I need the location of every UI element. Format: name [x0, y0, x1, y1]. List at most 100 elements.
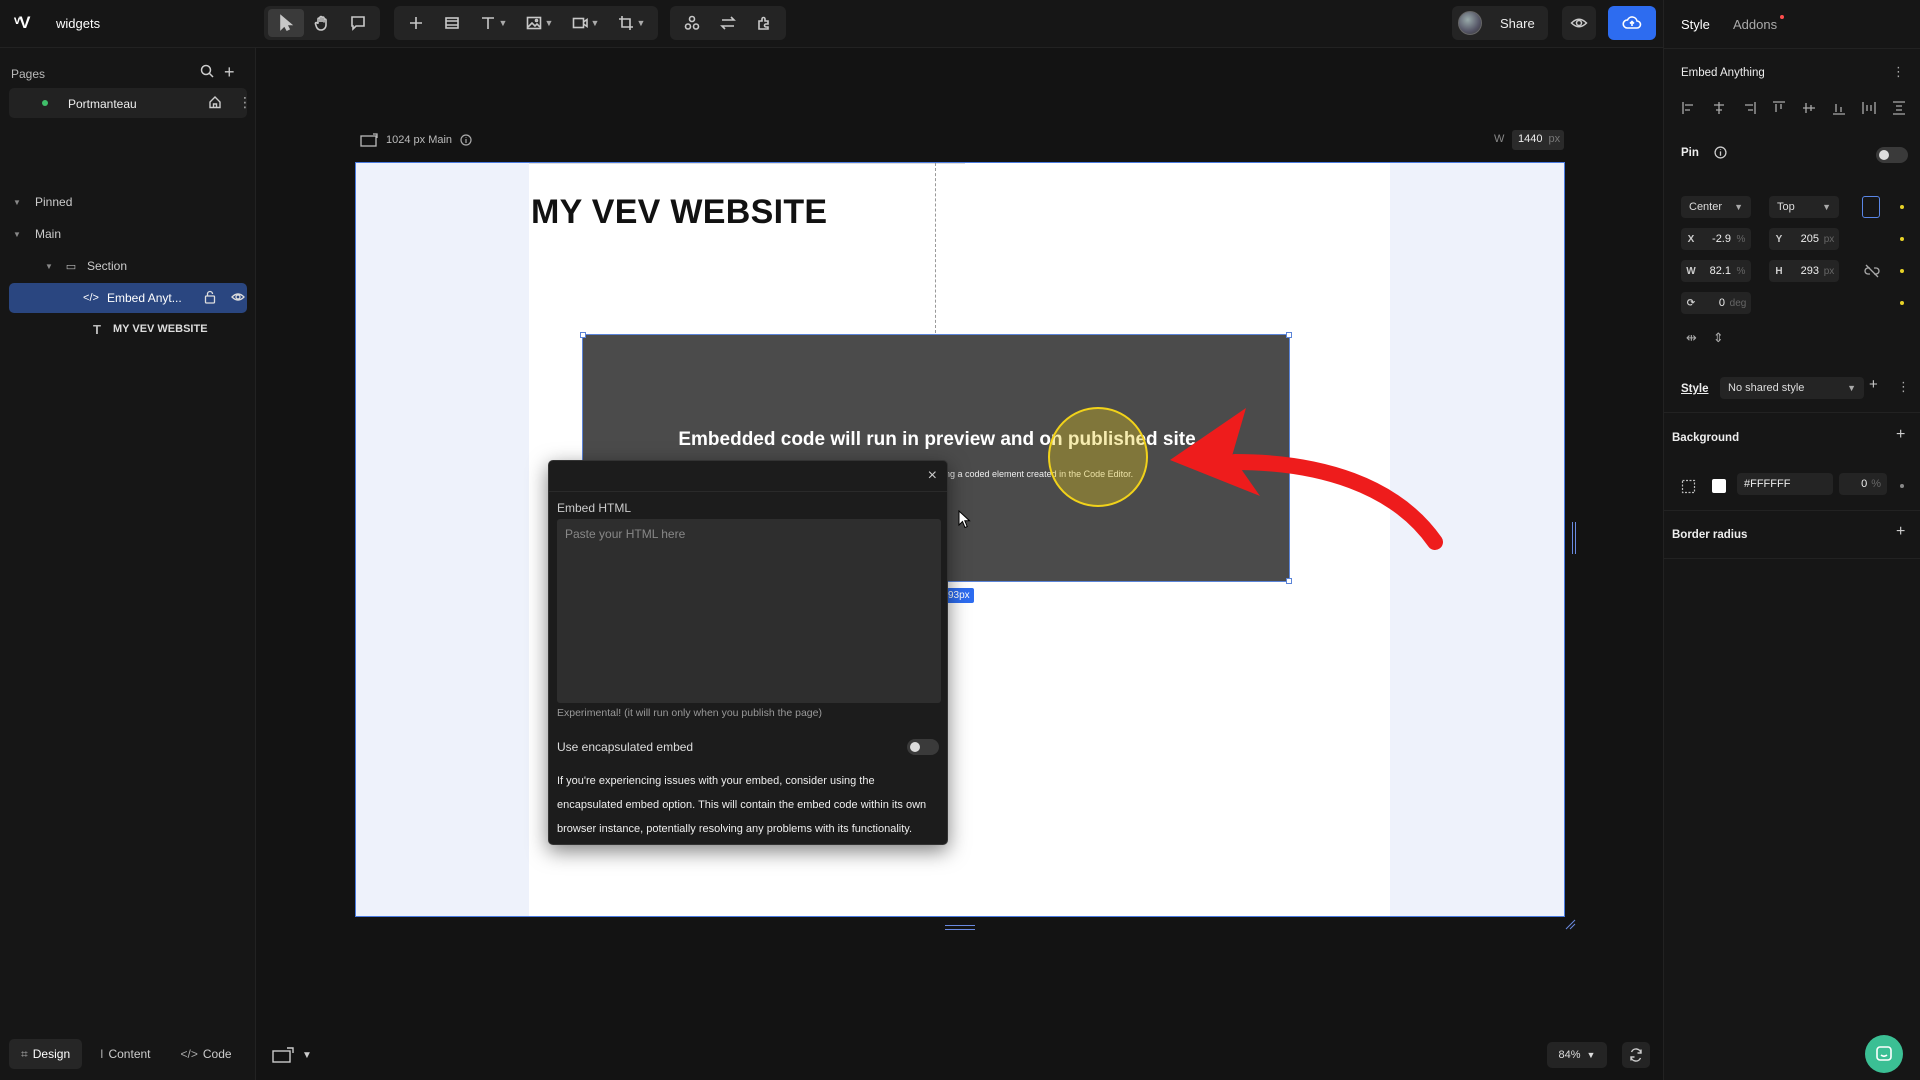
- layer-group-main[interactable]: ▼ Main: [9, 220, 247, 248]
- more-icon[interactable]: ⋮: [1897, 379, 1910, 395]
- video-tool-button[interactable]: ▼: [562, 9, 608, 37]
- close-icon[interactable]: ×: [928, 467, 937, 485]
- text-tool-button[interactable]: ▼: [470, 9, 516, 37]
- y-field[interactable]: Y 205 px: [1769, 228, 1839, 250]
- component-icon: [684, 15, 700, 30]
- hand-tool-button[interactable]: [304, 9, 340, 37]
- background-label: Background: [1672, 432, 1740, 444]
- more-icon[interactable]: ⋮: [238, 94, 252, 111]
- frame-resize-handle-bottom[interactable]: [945, 925, 975, 930]
- unlink-icon[interactable]: [1864, 264, 1880, 278]
- tab-code[interactable]: </> Code: [169, 1039, 244, 1069]
- h-field[interactable]: H 293 px: [1769, 260, 1839, 282]
- refresh-button[interactable]: [1622, 1042, 1650, 1068]
- chevron-down-icon[interactable]: ▼: [9, 230, 25, 239]
- frame-tool-button[interactable]: [434, 9, 470, 37]
- field-label: H: [1775, 265, 1783, 277]
- distribute-v-button[interactable]: [1891, 100, 1907, 116]
- background-color-input[interactable]: #FFFFFF: [1737, 473, 1833, 495]
- select-tool-button[interactable]: [268, 9, 304, 37]
- encapsulated-embed-toggle[interactable]: [907, 739, 939, 755]
- project-name[interactable]: widgets: [56, 16, 100, 31]
- crop-tool-button[interactable]: ▼: [608, 9, 654, 37]
- select-value: Top: [1777, 201, 1795, 213]
- layer-item-section[interactable]: ▼ ▭ Section: [9, 252, 247, 280]
- comment-tool-button[interactable]: [340, 9, 376, 37]
- select-icon: [280, 14, 294, 32]
- embed-html-textarea[interactable]: [557, 519, 941, 703]
- canvas-width-input[interactable]: 1440 px: [1512, 130, 1564, 150]
- page-item-portmanteau[interactable]: Portmanteau ⋮: [9, 88, 252, 118]
- flip-vertical-icon[interactable]: ⇕: [1713, 330, 1724, 346]
- distribute-h-button[interactable]: [1861, 100, 1877, 116]
- device-preview-button[interactable]: ▼: [272, 1042, 328, 1068]
- align-left-button[interactable]: [1681, 100, 1697, 116]
- layer-item-text[interactable]: T MY VEV WEBSITE: [9, 315, 247, 343]
- content-icon: I: [100, 1047, 104, 1061]
- field-label: Y: [1775, 233, 1783, 245]
- component-tool-button[interactable]: [674, 9, 710, 37]
- text-icon: T: [93, 321, 101, 337]
- align-center-h-button[interactable]: [1711, 100, 1727, 116]
- resize-handle[interactable]: [1286, 578, 1292, 584]
- pin-toggle[interactable]: [1876, 147, 1908, 163]
- frame-resize-handle-right[interactable]: [1572, 522, 1576, 554]
- unlock-icon[interactable]: [204, 290, 216, 304]
- info-icon[interactable]: [1714, 146, 1727, 159]
- field-unit: %: [1736, 265, 1746, 277]
- publish-button[interactable]: [1608, 6, 1656, 40]
- zoom-select[interactable]: 84% ▼: [1547, 1042, 1607, 1068]
- add-page-button[interactable]: +: [224, 62, 235, 83]
- resize-handle[interactable]: [1286, 332, 1292, 338]
- resize-corner-icon[interactable]: [1564, 918, 1576, 930]
- more-icon[interactable]: ⋮: [1892, 64, 1905, 80]
- chevron-down-icon: ▼: [1822, 202, 1831, 212]
- add-background-button[interactable]: +: [1896, 426, 1905, 444]
- chevron-down-icon[interactable]: ▼: [41, 262, 57, 271]
- swap-tool-button[interactable]: [710, 9, 746, 37]
- canvas-width-value: 1440: [1518, 133, 1543, 145]
- tab-addons[interactable]: Addons: [1733, 17, 1777, 32]
- align-center-v-button[interactable]: [1801, 100, 1817, 116]
- shared-style-select[interactable]: No shared style ▼: [1720, 377, 1864, 399]
- align-bottom-button[interactable]: [1831, 100, 1847, 116]
- add-border-radius-button[interactable]: +: [1896, 523, 1905, 541]
- tab-content[interactable]: I Content: [88, 1039, 162, 1069]
- chevron-down-icon[interactable]: ▼: [9, 198, 25, 207]
- home-icon[interactable]: [208, 95, 222, 109]
- add-icon: [410, 17, 422, 29]
- breakpoint-label[interactable]: 1024 px Main: [360, 133, 472, 147]
- rotation-field[interactable]: ⟳ 0 deg: [1681, 292, 1751, 314]
- preview-button[interactable]: [1562, 6, 1596, 40]
- eye-icon[interactable]: [231, 291, 245, 303]
- add-style-button[interactable]: +: [1869, 376, 1878, 393]
- share-button[interactable]: Share: [1452, 6, 1548, 40]
- image-icon: [526, 16, 541, 30]
- fill-type-icon[interactable]: [1681, 479, 1696, 494]
- add-tool-button[interactable]: [398, 9, 434, 37]
- align-top-button[interactable]: [1771, 100, 1787, 116]
- color-swatch[interactable]: [1712, 479, 1726, 493]
- align-center-v-icon: [1803, 103, 1815, 113]
- avatar[interactable]: [1458, 11, 1482, 35]
- w-field[interactable]: W 82.1%: [1681, 260, 1751, 282]
- tab-style[interactable]: Style: [1681, 17, 1710, 32]
- vev-logo[interactable]: ᵛV: [14, 13, 31, 33]
- flip-horizontal-icon[interactable]: ⇹: [1686, 330, 1697, 346]
- x-field[interactable]: X -2.9%: [1681, 228, 1751, 250]
- pin-vertical-select[interactable]: Top ▼: [1769, 196, 1839, 218]
- background-opacity-input[interactable]: 0%: [1839, 473, 1887, 495]
- info-icon[interactable]: [460, 134, 472, 146]
- layer-item-embed-anything[interactable]: </> Embed Anyt...: [9, 283, 247, 313]
- tab-design[interactable]: ⌗ Design: [9, 1039, 83, 1069]
- chat-support-button[interactable]: [1865, 1035, 1903, 1073]
- resize-handle[interactable]: [580, 332, 586, 338]
- site-title[interactable]: MY VEV WEBSITE: [531, 193, 827, 232]
- image-tool-button[interactable]: ▼: [516, 9, 562, 37]
- pin-horizontal-select[interactable]: Center ▼: [1681, 196, 1751, 218]
- plugin-tool-button[interactable]: [746, 9, 782, 37]
- search-icon[interactable]: [200, 64, 214, 78]
- pin-position-icon[interactable]: [1862, 196, 1880, 218]
- align-right-button[interactable]: [1741, 100, 1757, 116]
- layer-group-pinned[interactable]: ▼ Pinned: [9, 188, 247, 216]
